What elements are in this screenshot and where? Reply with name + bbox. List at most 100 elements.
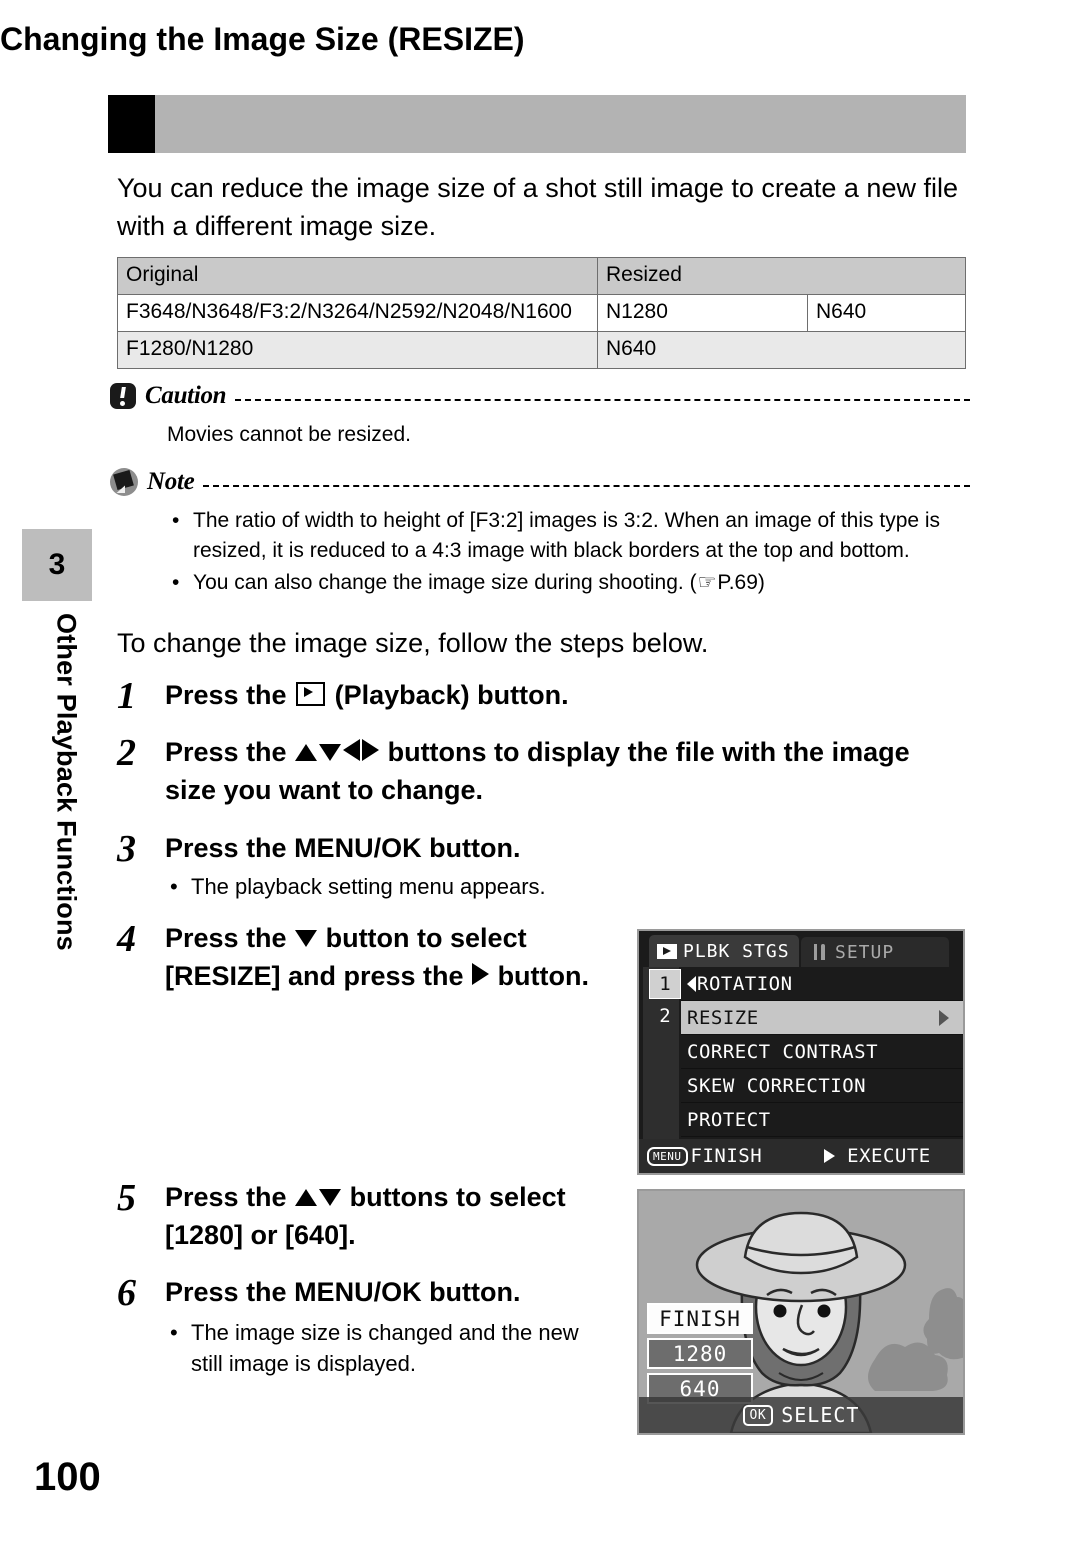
note-bullet-text: You can also change the image size durin… — [193, 568, 765, 598]
page-title: Changing the Image Size (RESIZE) — [0, 21, 525, 58]
arrow-left-icon — [343, 739, 361, 762]
step-6-text: Press the MENU/OK button. — [165, 1277, 521, 1308]
menu-item-resize[interactable]: RESIZE — [681, 1001, 963, 1036]
resize-option-finish[interactable]: FINISH — [647, 1303, 753, 1335]
resize-option-1280[interactable]: 1280 — [647, 1338, 753, 1370]
step-3-subnote-text: The playback setting menu appears. — [191, 874, 546, 900]
step-2: 2 Press the buttons to display the file … — [117, 733, 962, 809]
camera-photo-screen: FINISH 1280 640 OK SELECT — [637, 1189, 965, 1436]
menu-footer-finish: FINISH — [690, 1145, 763, 1168]
chapter-title-label: Other Playback Functions — [51, 613, 82, 952]
tools-icon — [813, 944, 827, 961]
step-1-text: Press the (Playback) button. — [165, 676, 569, 716]
step-4-number: 4 — [117, 918, 136, 961]
step-3-text: Press the MENU/OK button. — [165, 833, 521, 864]
caution-body: Movies cannot be resized. — [167, 423, 411, 447]
step-5-text-a: Press the — [165, 1182, 295, 1213]
menu-item-protect-label: PROTECT — [687, 1108, 771, 1131]
table-cell-original: F1280/N1280 — [117, 331, 598, 370]
step-1-text-a: Press the — [165, 680, 295, 711]
playback-icon — [657, 943, 677, 959]
page-header-bar — [108, 95, 966, 154]
tab-playback-settings[interactable]: PLBK STGS — [649, 935, 799, 968]
step-3-number: 3 — [117, 828, 136, 871]
arrow-right-icon — [362, 739, 380, 762]
caution-callout: Caution Movies cannot be resized. — [110, 381, 970, 450]
step-1-text-b: (Playback) button. — [327, 680, 569, 711]
step-2-number: 2 — [117, 732, 136, 775]
tab-playback-settings-label: PLBK STGS — [683, 940, 790, 962]
menu-body: 1 2 ROTATION RESIZE CORRECT CONTRAST SKE… — [639, 967, 963, 1140]
step-6-number: 6 — [117, 1272, 136, 1315]
menu-page-2[interactable]: 2 — [649, 1001, 681, 1031]
pointing-hand-icon: ☞ — [697, 571, 717, 595]
step-3: 3 Press the MENU/OK button. — [117, 829, 957, 869]
menu-item-rotation[interactable]: ROTATION — [681, 967, 963, 1002]
menu-item-rotation-label: ROTATION — [697, 972, 793, 995]
table-row: F3648/N3648/F3:2/N3264/N2592/N2048/N1600… — [117, 294, 966, 333]
arrow-down-icon — [295, 930, 318, 948]
step-6: 6 Press the MENU/OK button. — [117, 1273, 637, 1313]
menu-item-correct-contrast-label: CORRECT CONTRAST — [687, 1040, 879, 1063]
menu-item-protect[interactable]: PROTECT — [681, 1103, 963, 1138]
menu-tab-bar: PLBK STGS SETUP — [639, 931, 963, 968]
caution-divider — [235, 398, 970, 401]
menu-item-correct-contrast[interactable]: CORRECT CONTRAST — [681, 1035, 963, 1070]
step-4-text-c: button. — [490, 961, 590, 992]
caret-right-icon — [939, 1009, 949, 1026]
bullet-dot: • — [172, 509, 180, 533]
step-4-text-a: Press the — [165, 923, 295, 954]
table-cell-resized-1: N1280 — [597, 294, 808, 333]
photo-screen-footer: OK SELECT — [639, 1397, 963, 1434]
bullet-dot: • — [170, 1320, 178, 1346]
table-header-resized: Resized — [597, 257, 966, 296]
note-callout: Note • The ratio of width to height of [… — [110, 467, 970, 600]
step-3-subnote: • The playback setting menu appears. — [170, 871, 770, 902]
note-icon — [110, 468, 138, 497]
menu-item-skew-correction-label: SKEW CORRECTION — [687, 1074, 867, 1097]
intro-paragraph: You can reduce the image size of a shot … — [117, 173, 958, 242]
step-1-number: 1 — [117, 675, 136, 718]
arrow-down-icon — [319, 1189, 342, 1207]
tab-setup-label: SETUP — [835, 941, 895, 963]
caution-title: Caution — [145, 382, 227, 410]
note-page-reference: P.69 — [717, 571, 758, 595]
tab-setup[interactable]: SETUP — [801, 937, 949, 968]
menu-item-skew-correction[interactable]: SKEW CORRECTION — [681, 1069, 963, 1104]
arrow-right-icon — [824, 1149, 836, 1164]
arrow-right-icon — [472, 963, 490, 986]
note-page-reference-close: ) — [757, 571, 765, 595]
step-4: 4 Press the button to select [RESIZE] an… — [117, 919, 617, 995]
steps-lead-in: To change the image size, follow the ste… — [117, 628, 709, 659]
arrow-up-icon — [295, 744, 318, 762]
menu-footer: MENU FINISH EXECUTE — [639, 1139, 963, 1174]
photo-footer-label: SELECT — [781, 1403, 860, 1428]
page-number: 100 — [34, 1455, 101, 1500]
step-6-subnote: • The image size is changed and the new … — [170, 1317, 610, 1379]
playback-button-icon — [296, 682, 326, 707]
menu-item-list: ROTATION RESIZE CORRECT CONTRAST SKEW CO… — [681, 967, 963, 1138]
note-bullet: • The ratio of width to height of [F3:2]… — [172, 506, 972, 566]
menu-item-resize-label: RESIZE — [687, 1006, 759, 1029]
caution-icon — [110, 383, 136, 410]
table-cell-resized-1: N640 — [597, 331, 966, 370]
size-mapping-table: Original Resized F3648/N3648/F3:2/N3264/… — [117, 257, 966, 370]
chapter-tab: 3 — [22, 529, 92, 602]
step-2-text-a: Press the — [165, 737, 295, 768]
bullet-dot: • — [172, 571, 180, 595]
camera-menu-screen: PLBK STGS SETUP 1 2 ROTATION RESIZE CORR… — [637, 929, 965, 1176]
step-5: 5 Press the buttons to select [1280] or … — [117, 1178, 627, 1254]
resize-option-list: FINISH 1280 640 — [647, 1303, 753, 1408]
menu-page-1[interactable]: 1 — [649, 969, 681, 1000]
table-header-original: Original — [117, 257, 598, 296]
caret-left-icon — [687, 975, 696, 992]
step-1: 1 Press the (Playback) button. — [117, 676, 957, 716]
note-bullet-text-lead: You can also change the image size durin… — [193, 571, 697, 595]
menu-page-column: 1 2 — [643, 967, 681, 1140]
note-bullet-text: The ratio of width to height of [F3:2] i… — [193, 509, 941, 563]
step-5-number: 5 — [117, 1177, 136, 1220]
step-6-subnote-text: The image size is changed and the new st… — [191, 1320, 579, 1377]
menu-footer-execute: EXECUTE — [847, 1145, 931, 1168]
note-divider — [203, 484, 970, 487]
step-5-text: Press the buttons to select [1280] or [6… — [165, 1178, 627, 1254]
